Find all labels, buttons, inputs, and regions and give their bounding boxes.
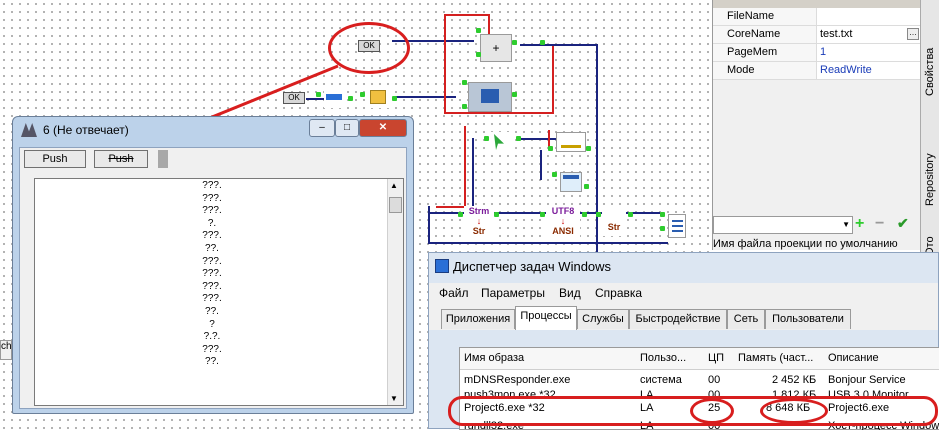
prop-value[interactable]: ReadWrite [817, 62, 921, 79]
window-client: Push Push ???.???.???.?.???.??.???.???.?… [19, 147, 407, 409]
splitter[interactable] [158, 150, 168, 168]
scrollbar[interactable]: ▲ ▼ [387, 179, 403, 405]
push-button-2[interactable]: Push [94, 150, 148, 168]
prop-value[interactable] [817, 8, 921, 25]
app-icon [21, 123, 37, 137]
col-user[interactable]: Пользо... [640, 352, 686, 364]
memo-line: ???. [202, 230, 222, 242]
prop-row[interactable]: PageMem 1 [713, 44, 921, 62]
tab-bar: Приложения Процессы Службы Быстродействи… [429, 303, 938, 330]
memo-output[interactable]: ???.???.???.?.???.??.???.???.???.???.??.… [34, 178, 404, 406]
prop-row[interactable]: CoreName test.txt … [713, 26, 921, 44]
tab-services[interactable]: Службы [577, 309, 629, 329]
prop-row[interactable]: Mode ReadWrite [713, 62, 921, 80]
taskmgr-icon [435, 259, 449, 273]
highlight-memory [760, 398, 828, 424]
prop-name: PageMem [713, 44, 817, 61]
task-manager-title: Диспетчер задач Windows [453, 259, 612, 274]
menu-options[interactable]: Параметры [481, 286, 545, 300]
tab-network[interactable]: Сеть [727, 309, 765, 329]
prop-row[interactable]: FileName [713, 8, 921, 26]
ellipsis-button[interactable]: … [907, 28, 919, 40]
memo-line: ??. [205, 242, 219, 254]
tab-properties[interactable]: Свойства [924, 48, 936, 96]
memo-line: ???. [202, 205, 222, 217]
check-icon[interactable]: ✔ [897, 215, 909, 232]
memo-line: ???. [202, 192, 222, 204]
prop-value[interactable]: 1 [817, 44, 921, 61]
add-icon[interactable]: + [855, 215, 864, 233]
scroll-down-icon[interactable]: ▼ [390, 394, 398, 403]
vertical-tabs: Свойства Repository Ото [920, 0, 939, 260]
close-button[interactable]: ✕ [359, 119, 407, 137]
scroll-up-icon[interactable]: ▲ [390, 181, 398, 190]
memo-lines: ???.???.???.?.???.??.???.???.???.???.??.… [35, 179, 389, 369]
cell-name: mDNSResponder.exe [464, 374, 571, 386]
cell-cpu: 00 [708, 374, 721, 386]
memo-line: ?. [207, 217, 217, 229]
memo-line: ???. [202, 268, 222, 280]
tab-performance[interactable]: Быстродействие [629, 309, 727, 329]
properties-panel: FileName CoreName test.txt … PageMem 1 M… [712, 0, 921, 250]
col-image-name[interactable]: Имя образа [464, 352, 524, 364]
col-memory[interactable]: Память (част... [738, 352, 813, 364]
col-description[interactable]: Описание [828, 352, 879, 364]
memo-line: ???. [202, 293, 222, 305]
memo-line: ???. [202, 280, 222, 292]
chevron-down-icon: ▼ [842, 220, 850, 229]
remove-icon[interactable]: − [875, 215, 884, 233]
prop-name: CoreName [713, 26, 817, 43]
app-window[interactable]: 6 (Не отвечает) – □ ✕ Push Push ???.???.… [12, 116, 414, 414]
memo-line: ???. [202, 343, 222, 355]
side-tab-label: cha [1, 341, 12, 352]
prop-name: FileName [713, 8, 817, 25]
tab-users[interactable]: Пользователи [765, 309, 851, 329]
cell-desc: Bonjour Service [828, 374, 906, 386]
prop-hint: Имя файла проекции по умолчанию [713, 238, 898, 250]
memo-line: ???. [202, 180, 222, 191]
menu-help[interactable]: Справка [595, 286, 642, 300]
menu-file[interactable]: Файл [439, 286, 469, 300]
table-header: Имя образа Пользо... ЦП Память (част... … [460, 348, 939, 370]
cell-mem: 2 452 КБ [772, 374, 817, 386]
props-header [713, 0, 921, 8]
value-combo[interactable]: ▼ [713, 216, 853, 234]
menu-bar: Файл Параметры Вид Справка [429, 283, 938, 303]
scroll-thumb[interactable] [389, 197, 402, 213]
menu-view[interactable]: Вид [559, 286, 581, 300]
memo-line: ???. [202, 255, 222, 267]
prop-value-text: test.txt [820, 28, 853, 40]
highlight-cpu [690, 398, 734, 424]
col-cpu[interactable]: ЦП [708, 352, 724, 364]
maximize-button[interactable]: □ [335, 119, 359, 137]
tab-applications[interactable]: Приложения [441, 309, 515, 329]
prop-name: Mode [713, 62, 817, 79]
minimize-button[interactable]: – [309, 119, 335, 137]
memo-line: ??. [205, 356, 219, 368]
memo-line: ? [209, 318, 215, 330]
prop-value[interactable]: test.txt … [817, 26, 921, 43]
side-tab[interactable]: cha [0, 340, 12, 360]
memo-line: ??. [205, 305, 219, 317]
tab-processes[interactable]: Процессы [515, 306, 577, 330]
cell-user: система [640, 374, 682, 386]
memo-line: ?.?. [203, 331, 221, 343]
tab-repository[interactable]: Repository [924, 153, 936, 206]
push-button-1[interactable]: Push [24, 150, 86, 168]
window-title: 6 (Не отвечает) [43, 123, 129, 137]
